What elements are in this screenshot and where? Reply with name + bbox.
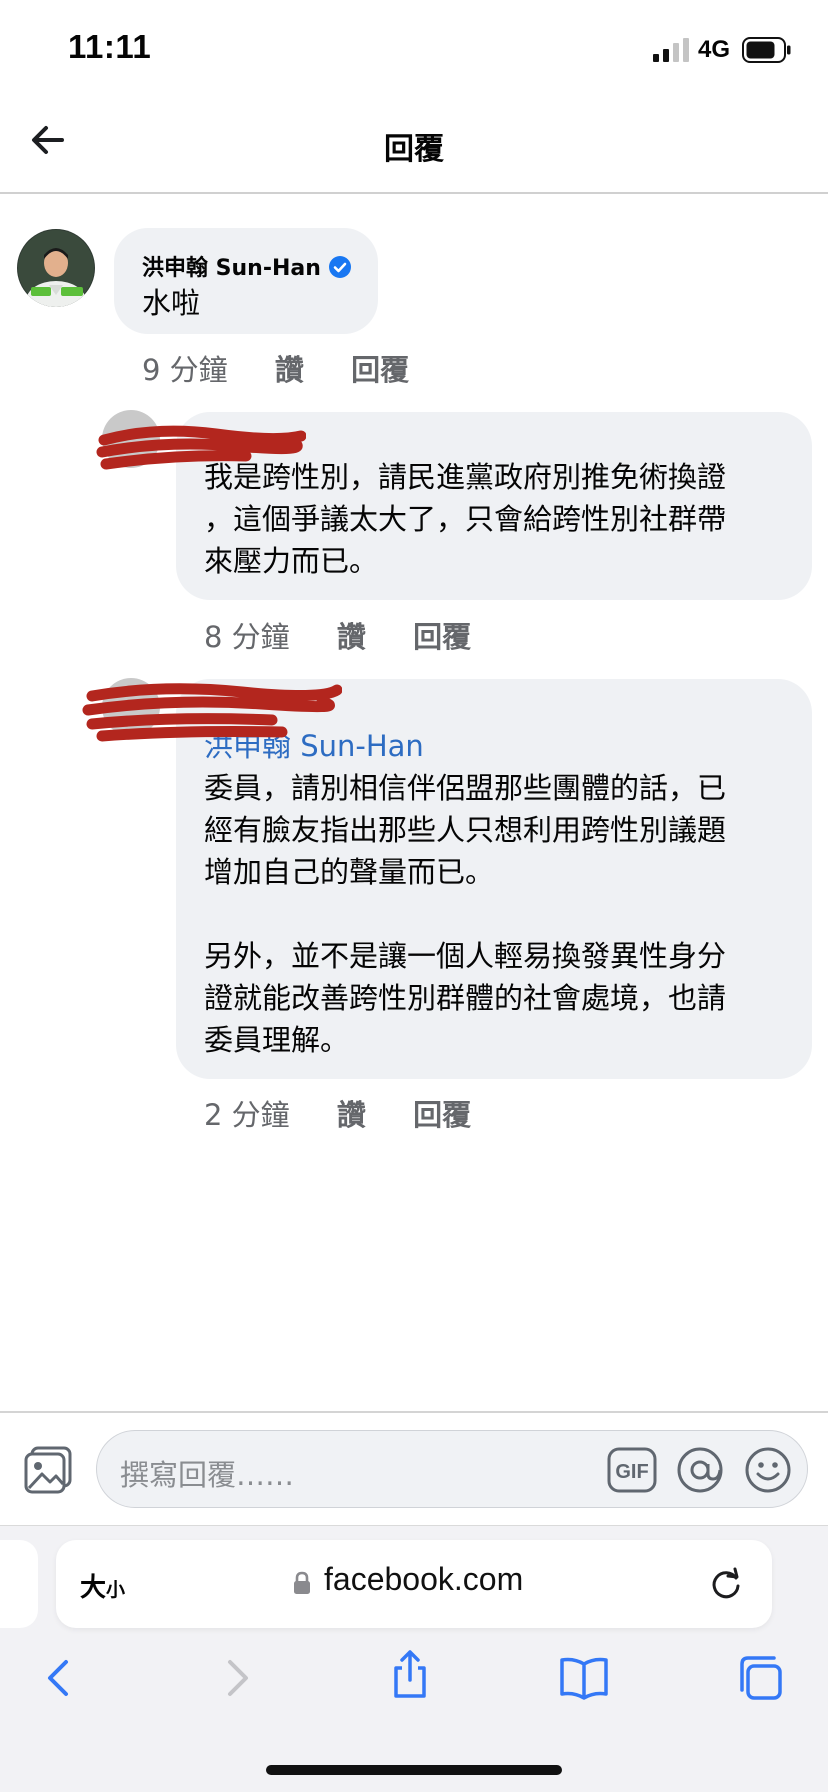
composer-divider (0, 1411, 828, 1413)
reply-input-placeholder: 撰寫回覆…… (120, 1458, 295, 1492)
reply-text: 我是跨性別，請民進黨政府別推免術換證 ，這個爭議太大了，只會給跨性別社群帶 來壓… (204, 460, 727, 578)
home-indicator (266, 1765, 562, 1775)
header-divider (0, 192, 828, 194)
previous-tab-preview[interactable] (0, 1540, 38, 1628)
like-button[interactable]: 讚 (337, 614, 366, 656)
reply-avatar[interactable] (102, 678, 160, 736)
network-type: 4G (698, 36, 731, 63)
back-icon[interactable] (34, 1652, 86, 1704)
battery-icon (742, 37, 791, 63)
comment-meta: 9 分鐘 讚 回覆 (142, 347, 409, 389)
url-text: facebook.com (324, 1561, 524, 1597)
tabs-icon[interactable] (734, 1652, 786, 1704)
reply-bubble: 我是跨性別，請民進黨政府別推免術換證 ，這個爭議太大了，只會給跨性別社群帶 來壓… (176, 412, 812, 600)
page-title: 回覆 (384, 132, 444, 167)
reply-button[interactable]: 回覆 (413, 614, 471, 656)
emoji-icon[interactable] (744, 1446, 792, 1494)
like-button[interactable]: 讚 (337, 1092, 366, 1134)
bookmarks-icon[interactable] (558, 1652, 610, 1704)
comment-bubble: 洪申翰 Sun-Han 水啦 (114, 228, 378, 334)
avatar[interactable] (17, 229, 95, 307)
reply-time: 8 分鐘 (204, 620, 290, 654)
reply-button[interactable]: 回覆 (413, 1092, 471, 1134)
comment-text: 水啦 (142, 286, 201, 320)
gif-icon[interactable]: GIF (607, 1447, 657, 1493)
reply-button[interactable]: 回覆 (351, 347, 409, 389)
reply-bubble: 洪申翰 Sun-Han 委員，請別相信伴侶盟那些團體的話，已 經有臉友指出那些人… (176, 679, 812, 1079)
reply-meta: 8 分鐘 讚 回覆 (204, 614, 471, 656)
verified-badge-icon (328, 256, 351, 278)
lock-icon (294, 1571, 310, 1594)
photo-icon[interactable] (22, 1444, 74, 1496)
comment-author[interactable]: 洪申翰 Sun-Han (142, 256, 321, 281)
share-icon[interactable] (384, 1648, 436, 1700)
reply-meta: 2 分鐘 讚 回覆 (204, 1092, 471, 1134)
reply-text: 委員，請別相信伴侶盟那些團體的話，已 經有臉友指出那些人只想利用跨性別議題 增加… (204, 771, 727, 1057)
reload-icon[interactable] (708, 1566, 744, 1602)
text-size-button[interactable]: 大小 (80, 1567, 125, 1604)
comment-time: 9 分鐘 (142, 353, 228, 387)
like-button[interactable]: 讚 (275, 347, 304, 389)
mention-link[interactable]: 洪申翰 Sun-Han (204, 725, 424, 767)
status-time: 11:11 (68, 28, 152, 65)
reply-avatar[interactable] (102, 410, 160, 468)
forward-icon[interactable] (210, 1652, 262, 1704)
browser-divider (0, 1525, 828, 1526)
svg-text:GIF: GIF (615, 1461, 648, 1483)
mention-icon[interactable] (676, 1446, 724, 1494)
reply-time: 2 分鐘 (204, 1098, 290, 1132)
signal-icon (653, 38, 689, 62)
